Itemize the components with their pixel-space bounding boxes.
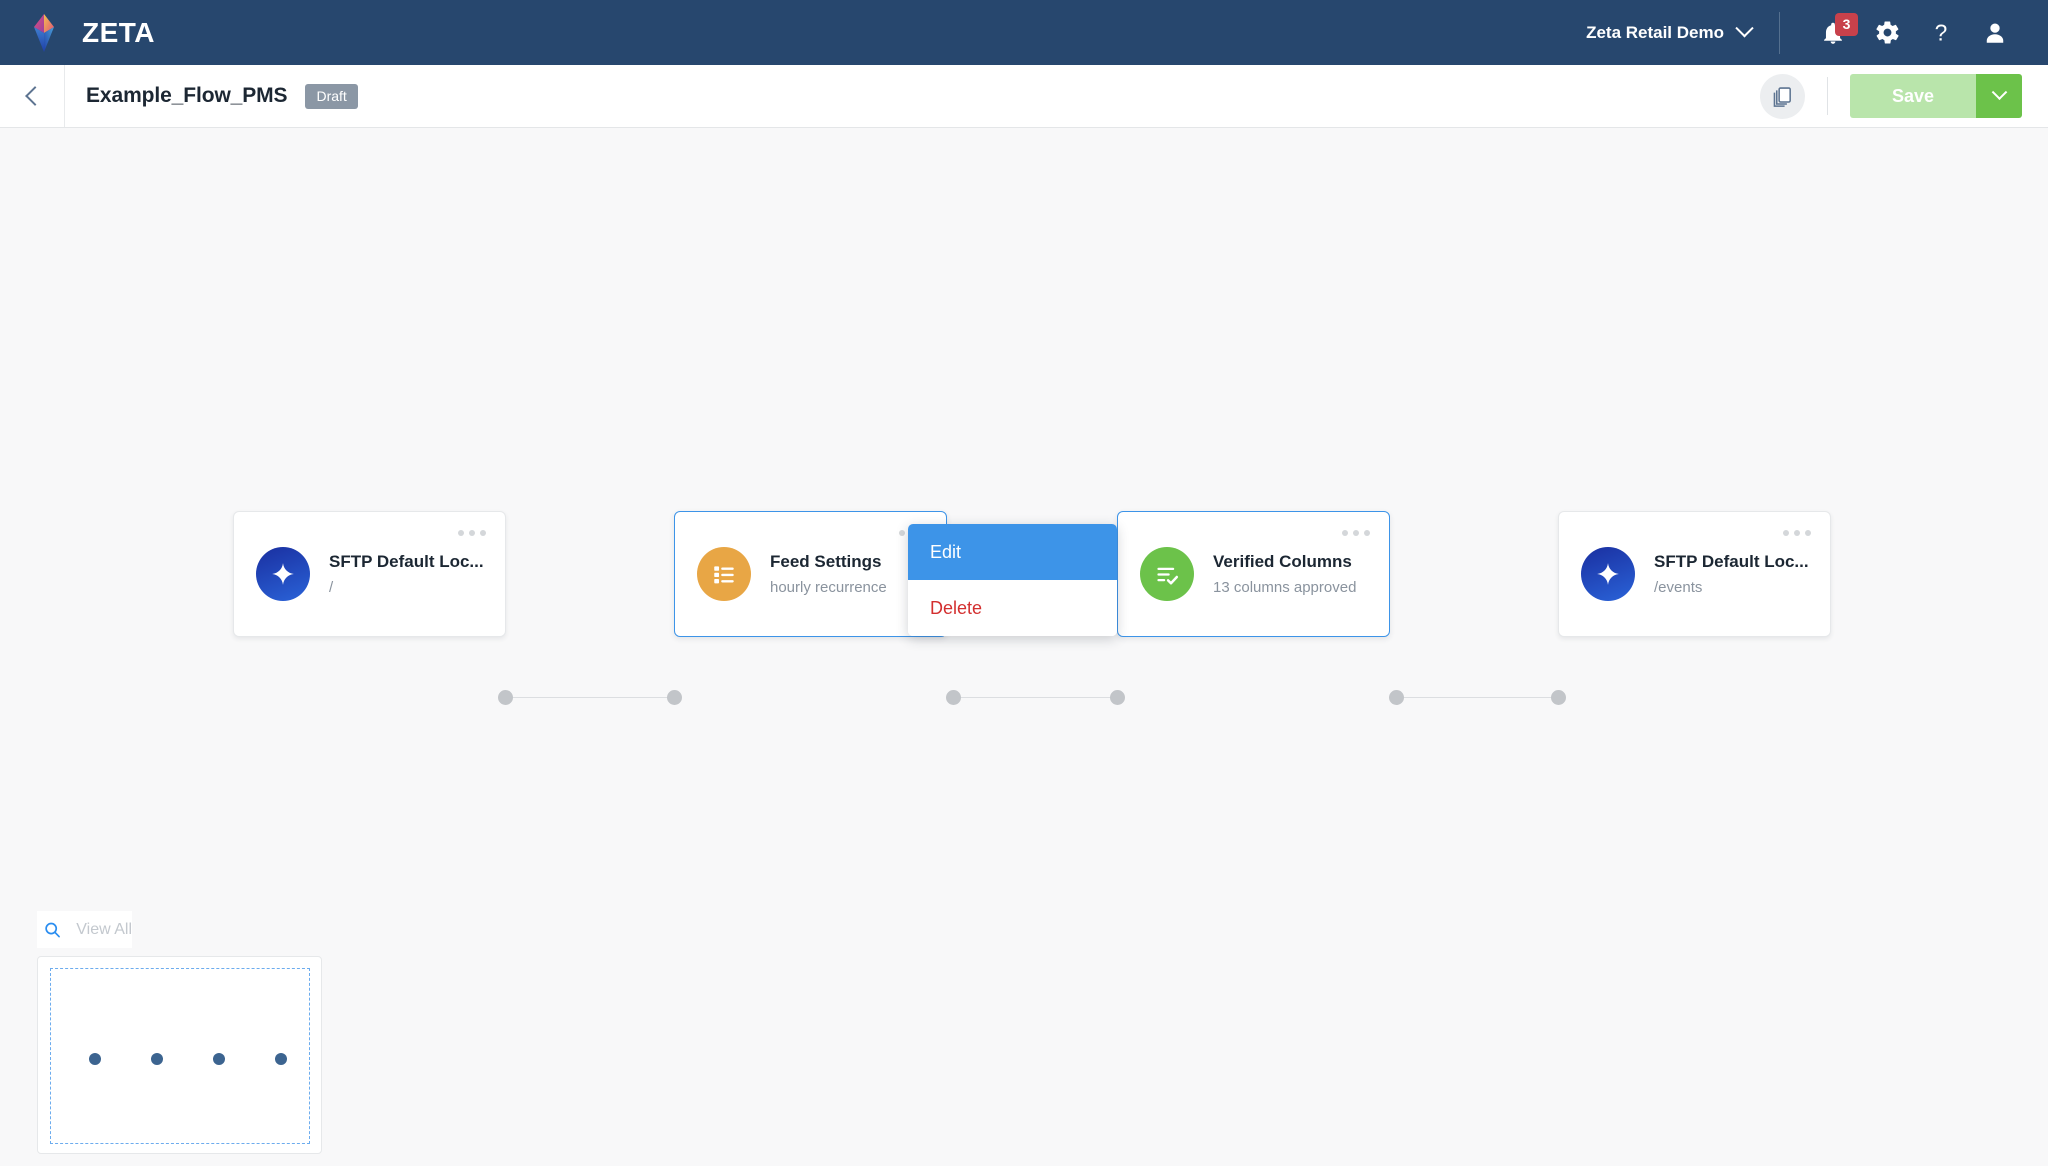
- connector-port[interactable]: [498, 690, 513, 705]
- node-context-menu: Edit Delete: [908, 524, 1117, 636]
- user-avatar-icon: [1986, 22, 2004, 43]
- notifications-button[interactable]: 3: [1806, 6, 1860, 60]
- connector-port[interactable]: [1389, 690, 1404, 705]
- save-button-group: Save: [1849, 74, 2022, 118]
- minimap-node-dot: [213, 1053, 225, 1065]
- more-options-icon[interactable]: [1342, 530, 1370, 536]
- chevron-down-icon: [1735, 19, 1754, 38]
- app-header: ZETA Zeta Retail Demo 3 ?: [0, 0, 2048, 65]
- minimap-viewport[interactable]: [50, 968, 310, 1144]
- brand-name: ZETA: [82, 16, 156, 48]
- flow-toolbar: Example_Flow_PMS Draft Save: [0, 65, 2048, 128]
- status-badge: Draft: [305, 83, 358, 109]
- gear-icon: [1875, 21, 1899, 44]
- minimap-node-dot: [151, 1053, 163, 1065]
- minimap-view-all-label: View All: [76, 920, 132, 938]
- node-subtitle: hourly recurrence: [770, 579, 887, 596]
- node-text: Feed Settings hourly recurrence: [770, 552, 887, 596]
- zeta-diamond-logo: [34, 13, 54, 52]
- toolbar-actions: Save: [1759, 73, 2048, 119]
- node-title: Verified Columns: [1213, 552, 1352, 571]
- node-title: SFTP Default Loc...: [329, 552, 484, 571]
- help-button[interactable]: ?: [1914, 6, 1968, 60]
- header-actions: Zeta Retail Demo 3 ?: [1586, 0, 2022, 65]
- save-button[interactable]: Save: [1849, 74, 1976, 118]
- flow-node-sftp-destination[interactable]: SFTP Default Loc... /events: [1558, 511, 1831, 637]
- more-options-icon[interactable]: [1783, 530, 1811, 536]
- verified-checklist-icon: [1140, 547, 1194, 601]
- save-options-button[interactable]: [1976, 74, 2022, 118]
- minimap-panel[interactable]: [37, 956, 322, 1154]
- flow-canvas[interactable]: SFTP Default Loc... / Feed Settings hour…: [0, 128, 2048, 1166]
- minimap-view-all[interactable]: View All: [37, 911, 132, 948]
- connector-line: [953, 697, 1117, 698]
- duplicate-flow-button[interactable]: [1759, 73, 1805, 119]
- node-title: SFTP Default Loc...: [1654, 552, 1809, 571]
- settings-button[interactable]: [1860, 6, 1914, 60]
- node-subtitle: /events: [1654, 579, 1703, 596]
- connector-port[interactable]: [946, 690, 961, 705]
- copy-documents-icon: [1773, 86, 1791, 107]
- connector-port[interactable]: [667, 690, 682, 705]
- chevron-down-icon: [1991, 83, 2007, 100]
- page-title: Example_Flow_PMS: [86, 84, 288, 107]
- connector-port[interactable]: [1551, 690, 1566, 705]
- account-switcher[interactable]: Zeta Retail Demo: [1586, 19, 1779, 43]
- node-text: Verified Columns 13 columns approved: [1213, 552, 1356, 596]
- node-text: SFTP Default Loc... /: [329, 552, 484, 596]
- node-subtitle: 13 columns approved: [1213, 579, 1357, 596]
- connector-port[interactable]: [1110, 690, 1125, 705]
- profile-button[interactable]: [1968, 6, 2022, 60]
- minimap-node-dot: [275, 1053, 287, 1065]
- context-menu-item-delete[interactable]: Delete: [908, 580, 1117, 636]
- list-settings-icon: [697, 547, 751, 601]
- flow-node-sftp-source[interactable]: SFTP Default Loc... /: [233, 511, 506, 637]
- sftp-diamond-icon: [256, 547, 310, 601]
- brand[interactable]: ZETA: [22, 11, 155, 55]
- chevron-left-icon: [24, 86, 45, 106]
- minimap: View All: [37, 911, 322, 1154]
- toolbar-divider: [1826, 77, 1828, 115]
- flow-node-feed-settings[interactable]: Feed Settings hourly recurrence: [674, 511, 947, 637]
- minimap-node-dot: [89, 1053, 101, 1065]
- header-divider: [1779, 11, 1780, 54]
- svg-text:?: ?: [1935, 20, 1948, 46]
- magnifier-icon: [45, 922, 60, 937]
- flow-node-verified-columns[interactable]: Verified Columns 13 columns approved: [1117, 511, 1390, 637]
- account-name: Zeta Retail Demo: [1586, 22, 1724, 42]
- connector-line: [512, 697, 674, 698]
- question-mark-icon: ?: [1935, 20, 1948, 46]
- more-options-icon[interactable]: [458, 530, 486, 536]
- connector-line: [1396, 697, 1558, 698]
- node-title: Feed Settings: [770, 552, 882, 571]
- back-button[interactable]: [0, 65, 65, 127]
- context-menu-item-edit[interactable]: Edit: [908, 524, 1117, 580]
- notification-count-badge: 3: [1835, 12, 1858, 36]
- node-subtitle: /: [329, 579, 334, 596]
- sftp-diamond-icon: [1581, 547, 1635, 601]
- node-text: SFTP Default Loc... /events: [1654, 552, 1809, 596]
